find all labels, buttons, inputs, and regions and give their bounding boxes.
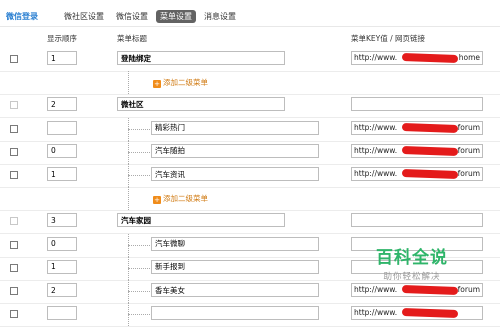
watermark-title: 百科全说 <box>376 248 448 268</box>
order-input[interactable] <box>47 97 77 112</box>
menu-row-child: http://www. forum <box>0 140 500 165</box>
add-submenu-label: 添加二级菜单 <box>163 194 208 204</box>
row-checkbox[interactable] <box>10 124 18 133</box>
menu-row-child: http://www. forum <box>0 117 500 142</box>
watermark-logo: 百科全说 助你轻松解决 <box>362 243 462 282</box>
wechat-login-link[interactable]: 微信登录 <box>6 11 38 22</box>
tree-branch <box>128 128 150 130</box>
settings-tabs: 微社区设置 微信设置 菜单设置 消息设置 <box>60 10 240 23</box>
menu-name-input[interactable] <box>117 213 285 228</box>
order-input[interactable] <box>47 167 77 181</box>
menu-name-input[interactable] <box>151 236 319 251</box>
url-text: http://www. <box>354 285 398 294</box>
tab-menu-settings[interactable]: 菜单设置 <box>156 10 196 23</box>
url-suffix: forum <box>457 145 480 155</box>
add-submenu-row: + 添加二级菜单 <box>0 187 500 212</box>
url-input[interactable] <box>351 97 483 112</box>
menu-row-child: http://www. forum <box>0 280 500 304</box>
add-submenu-link[interactable]: + 添加二级菜单 <box>153 193 208 205</box>
tree-connector <box>120 187 150 211</box>
add-submenu-row: + 添加二级菜单 <box>0 71 500 96</box>
plus-icon: + <box>153 196 161 205</box>
url-suffix: home <box>458 53 480 62</box>
url-input[interactable] <box>351 213 483 228</box>
row-checkbox <box>10 101 18 110</box>
tree-line <box>128 71 129 95</box>
tab-community-settings[interactable]: 微社区设置 <box>60 10 108 23</box>
row-checkbox[interactable] <box>10 240 18 249</box>
row-checkbox <box>10 217 18 226</box>
tree-branch <box>128 267 150 269</box>
menu-name-input[interactable] <box>117 51 285 65</box>
tree-connector <box>120 140 150 164</box>
order-input[interactable] <box>47 259 77 274</box>
order-input[interactable] <box>47 143 77 158</box>
add-submenu-link[interactable]: + 添加二级菜单 <box>153 77 208 89</box>
row-checkbox[interactable] <box>10 147 18 156</box>
menu-row-child: http://www. <box>0 303 500 327</box>
column-url-header: 菜单KEY值 / 网页链接 <box>351 34 426 43</box>
column-order-header: 显示顺序 <box>47 34 77 43</box>
menu-name-input[interactable] <box>117 97 285 112</box>
tree-branch <box>128 175 150 176</box>
url-text: http://www. <box>354 308 398 318</box>
url-text: http://www. <box>354 122 398 132</box>
tab-wechat-settings[interactable]: 微信设置 <box>112 10 152 23</box>
redaction-mark <box>401 145 459 156</box>
menu-name-input[interactable] <box>151 120 319 135</box>
url-suffix: forum <box>457 285 480 294</box>
plus-icon: + <box>153 80 161 89</box>
tree-branch <box>128 291 150 292</box>
tree-connector <box>120 280 150 303</box>
top-nav: 微信登录 微社区设置 微信设置 菜单设置 消息设置 <box>0 0 500 27</box>
url-text: http://www. <box>354 53 398 62</box>
url-suffix: forum <box>457 169 480 178</box>
add-submenu-label: 添加二级菜单 <box>163 78 208 88</box>
menu-name-input[interactable] <box>151 259 319 274</box>
menu-name-input[interactable] <box>151 306 319 321</box>
row-checkbox[interactable] <box>10 263 18 272</box>
table-header: 显示顺序 菜单标题 菜单KEY值 / 网页链接 <box>0 30 500 44</box>
menu-name-input[interactable] <box>151 167 319 181</box>
order-input[interactable] <box>47 213 77 228</box>
menu-row-child: http://www. forum <box>0 164 500 188</box>
order-input[interactable] <box>47 120 77 135</box>
tree-connector <box>120 71 150 95</box>
tree-branch <box>128 151 150 153</box>
url-text: http://www. <box>354 145 398 155</box>
watermark-subtitle: 助你轻松解决 <box>383 272 441 282</box>
tree-connector <box>120 233 150 257</box>
url-text: http://www. <box>354 169 398 178</box>
menu-row-parent <box>0 210 500 235</box>
order-input[interactable] <box>47 51 77 65</box>
url-suffix: forum <box>457 122 480 132</box>
menu-name-input[interactable] <box>151 283 319 297</box>
column-name-header: 菜单标题 <box>117 34 147 43</box>
row-checkbox[interactable] <box>10 55 18 63</box>
tree-branch <box>128 244 150 246</box>
tab-message-settings[interactable]: 消息设置 <box>200 10 240 23</box>
tree-connector <box>120 256 150 280</box>
order-input[interactable] <box>47 236 77 251</box>
row-checkbox[interactable] <box>10 310 18 319</box>
order-input[interactable] <box>47 283 77 297</box>
row-checkbox[interactable] <box>10 287 18 295</box>
menu-name-input[interactable] <box>151 143 319 158</box>
redaction-mark <box>401 122 459 133</box>
menu-row-parent <box>0 94 500 119</box>
tree-line <box>128 187 129 211</box>
tree-connector <box>120 117 150 141</box>
menu-row-parent: http://www. home <box>0 48 500 72</box>
row-checkbox[interactable] <box>10 171 18 179</box>
order-input[interactable] <box>47 306 77 321</box>
tree-connector <box>120 164 150 187</box>
